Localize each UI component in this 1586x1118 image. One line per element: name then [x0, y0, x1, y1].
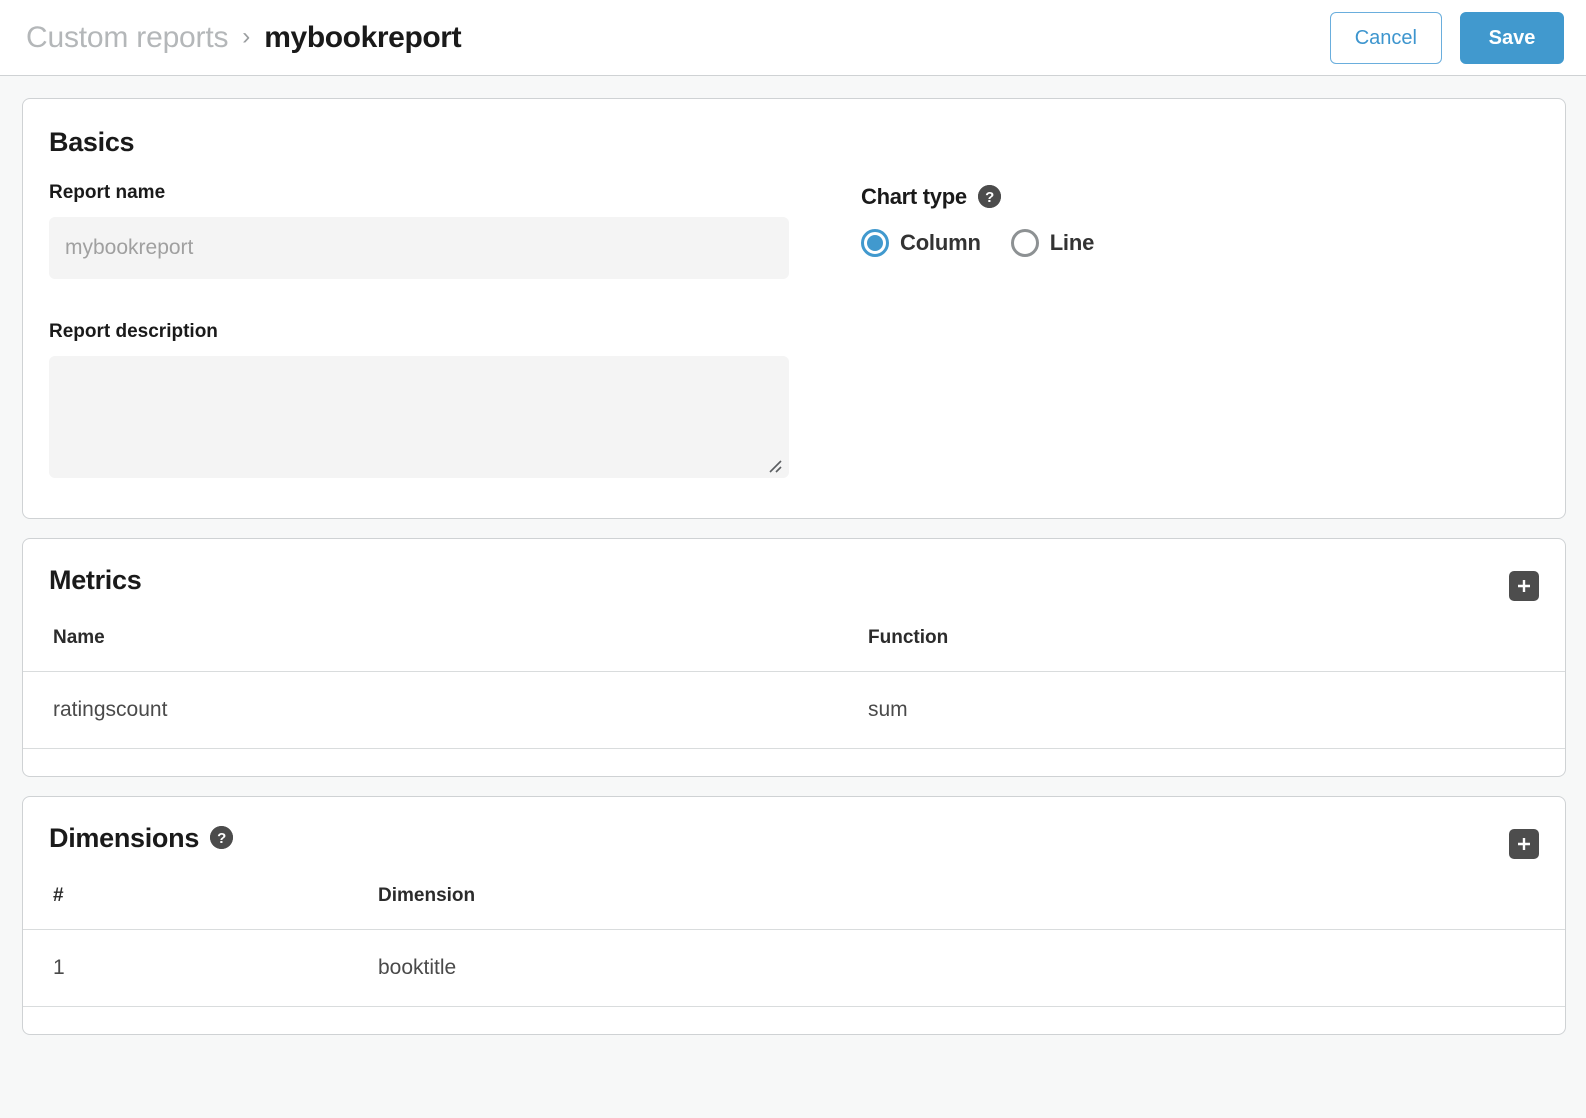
metrics-col-function-header: Function [868, 601, 1565, 672]
chart-type-label-text: Chart type [861, 184, 967, 210]
metrics-title: Metrics [49, 565, 141, 596]
chart-type-option-column-label: Column [900, 230, 981, 256]
table-row[interactable]: 1 booktitle [23, 930, 1565, 1007]
report-description-wrapper [49, 356, 789, 478]
basics-card: Basics Report name Report description [22, 98, 1566, 519]
plus-icon [1515, 577, 1533, 595]
table-row[interactable]: ratingscount sum [23, 672, 1565, 749]
metrics-header-row: Name Function [23, 601, 1565, 672]
basics-title: Basics [49, 127, 1539, 158]
add-metric-button[interactable] [1509, 571, 1539, 601]
breadcrumb-chevron-right-icon: › [242, 25, 250, 49]
plus-icon [1515, 835, 1533, 853]
dimensions-col-dimension-header: Dimension [378, 859, 1565, 930]
dimension-index-cell: 1 [23, 930, 378, 1007]
metrics-header: Metrics [23, 539, 1565, 601]
dimensions-header: Dimensions ? [23, 797, 1565, 859]
metric-function-cell: sum [868, 672, 1565, 749]
metrics-card-footer [23, 749, 1565, 776]
top-bar-actions: Cancel Save [1330, 12, 1564, 64]
page-title: mybookreport [264, 21, 461, 55]
dimensions-card: Dimensions ? # Dimension [22, 796, 1566, 1035]
dimensions-card-footer [23, 1007, 1565, 1034]
basics-header: Basics [23, 99, 1565, 158]
chart-type-option-line[interactable]: Line [1011, 229, 1094, 257]
report-description-textarea[interactable] [49, 356, 789, 478]
chart-type-label: Chart type ? [861, 184, 1108, 210]
help-icon[interactable]: ? [978, 185, 1001, 208]
basics-body: Report name Report description Chart typ… [23, 158, 1565, 518]
metrics-table-body: ratingscount sum [23, 672, 1565, 749]
report-name-input[interactable] [49, 217, 789, 279]
add-dimension-button[interactable] [1509, 829, 1539, 859]
basics-right-column: Chart type ? Column Li [839, 182, 1108, 478]
report-description-label: Report description [49, 321, 839, 343]
svg-text:?: ? [217, 830, 226, 847]
radio-line-icon[interactable] [1011, 229, 1039, 257]
help-icon[interactable]: ? [210, 826, 233, 849]
metrics-card: Metrics Name Function ratingscount sum [22, 538, 1566, 777]
save-button[interactable]: Save [1460, 12, 1564, 64]
metrics-col-name-header: Name [23, 601, 868, 672]
basics-left-column: Report name Report description [49, 182, 839, 478]
page-content: Basics Report name Report description [0, 76, 1586, 1035]
dimensions-table-body: 1 booktitle [23, 930, 1565, 1007]
report-name-label: Report name [49, 182, 839, 204]
breadcrumb-parent-link[interactable]: Custom reports [26, 21, 228, 55]
metric-name-cell: ratingscount [23, 672, 868, 749]
chart-type-option-column[interactable]: Column [861, 229, 981, 257]
chart-type-option-line-label: Line [1050, 230, 1094, 256]
cancel-button[interactable]: Cancel [1330, 12, 1442, 64]
dimensions-table-head: # Dimension [23, 859, 1565, 930]
metrics-table-head: Name Function [23, 601, 1565, 672]
dimensions-header-row: # Dimension [23, 859, 1565, 930]
radio-column-icon[interactable] [861, 229, 889, 257]
dimensions-table: # Dimension 1 booktitle [23, 859, 1565, 1007]
breadcrumb: Custom reports › mybookreport [26, 21, 461, 55]
field-spacer [49, 279, 839, 321]
svg-text:?: ? [985, 189, 994, 206]
dimension-name-cell: booktitle [378, 930, 1565, 1007]
chart-type-radio-group: Column Line [861, 229, 1108, 257]
dimensions-title-text: Dimensions [49, 823, 199, 854]
dimensions-col-index-header: # [23, 859, 378, 930]
metrics-table: Name Function ratingscount sum [23, 601, 1565, 749]
dimensions-title: Dimensions ? [49, 823, 233, 854]
top-bar: Custom reports › mybookreport Cancel Sav… [0, 0, 1586, 76]
